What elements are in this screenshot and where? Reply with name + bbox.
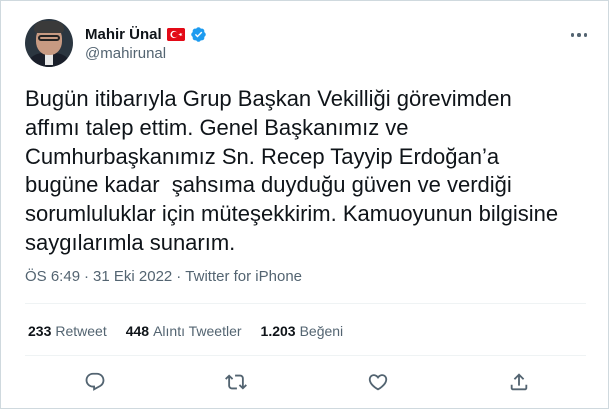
author-handle[interactable]: @mahirunal [85, 45, 166, 62]
avatar[interactable] [25, 19, 73, 67]
avatar-glasses [38, 35, 60, 41]
quotes-count: 448 [125, 323, 150, 339]
tweet-date[interactable]: 31 Eki 2022 [93, 268, 172, 285]
quotes-stat[interactable]: 448 Alıntı Tweetler [126, 323, 242, 339]
retweets-count: 233 [28, 323, 52, 339]
retweets-stat[interactable]: 233 Retweet [28, 323, 107, 339]
author-display-name[interactable]: Mahir Ünal [85, 26, 162, 43]
tweet-actions [1, 367, 609, 397]
verified-badge-icon [190, 26, 207, 43]
divider [25, 303, 586, 304]
tweet-card: Mahir Ünal @mahirunal Bugün itibarıyla G… [0, 0, 609, 409]
tweet-meta: ÖS 6:49 · 31 Eki 2022 · Twitter for iPho… [25, 268, 302, 285]
retweets-label: Retweet [55, 323, 107, 339]
avatar-hair [34, 21, 64, 33]
meta-separator: · [176, 268, 182, 285]
likes-count: 1.203 [260, 323, 296, 339]
tweet-source[interactable]: Twitter for iPhone [185, 268, 302, 285]
meta-separator: · [84, 268, 90, 285]
tweet-text: Bugün itibarıyla Grup Başkan Vekilliği g… [25, 86, 559, 255]
quotes-label: Alıntı Tweetler [153, 323, 242, 339]
retweet-icon[interactable] [221, 367, 251, 397]
divider [25, 355, 586, 356]
turkey-flag-icon [166, 27, 185, 41]
likes-label: Beğeni [299, 323, 344, 339]
reply-icon[interactable] [80, 367, 110, 397]
likes-stat[interactable]: 1.203 Beğeni [261, 323, 344, 339]
heart-icon[interactable] [363, 367, 393, 397]
more-options-icon[interactable] [567, 25, 591, 45]
tweet-stats: 233 Retweet 448 Alıntı Tweetler 1.203 Be… [28, 323, 343, 339]
author-name-row[interactable]: Mahir Ünal [85, 24, 207, 44]
share-icon[interactable] [504, 367, 534, 397]
tweet-time[interactable]: ÖS 6:49 [25, 268, 80, 285]
